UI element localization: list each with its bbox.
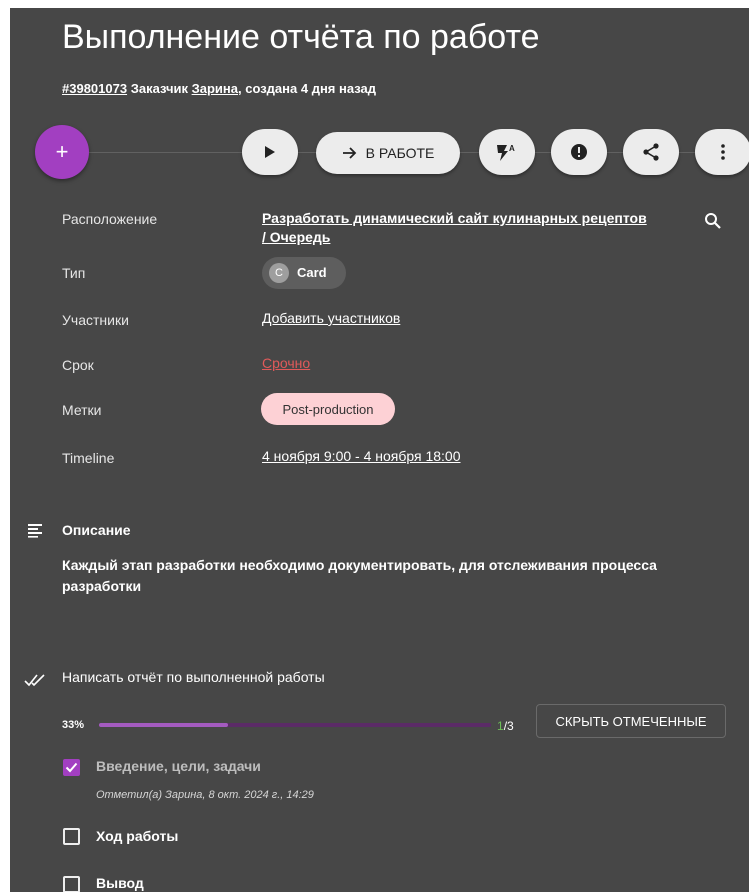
members-label: Участники: [62, 312, 129, 328]
progress-done-count: 1: [497, 719, 504, 733]
card-subtitle: #39801073 Заказчик Зарина, создана 4 дня…: [62, 81, 376, 96]
customer-prefix: Заказчик: [130, 81, 188, 96]
add-icon: +: [55, 139, 69, 164]
type-avatar: C: [269, 263, 289, 283]
checklist-item-checkbox[interactable]: [63, 759, 80, 776]
progress-count: 1/3: [497, 719, 514, 733]
checklist-item-checkbox[interactable]: [63, 876, 80, 892]
checklist-item-checkbox[interactable]: [63, 828, 80, 845]
progress-percent: 33%: [62, 719, 85, 731]
card-title[interactable]: Выполнение отчёта по работе: [62, 18, 540, 57]
type-chip[interactable]: C Card: [262, 257, 346, 289]
timeline-label: Timeline: [62, 450, 115, 466]
description-text[interactable]: Каждый этап разработки необходимо докуме…: [62, 555, 732, 597]
checklist-item-label[interactable]: Вывод: [96, 875, 144, 891]
flash-auto-icon: A: [497, 144, 515, 161]
alert-button[interactable]: [551, 129, 607, 175]
more-button[interactable]: [695, 129, 749, 175]
status-label: В РАБОТЕ: [365, 145, 435, 161]
timeline-link[interactable]: 4 ноября 9:00 - 4 ноября 18:00: [262, 448, 461, 464]
tag-chip[interactable]: Post-production: [261, 393, 395, 425]
description-icon: [28, 524, 42, 538]
progress-bar: [99, 723, 491, 727]
search-icon[interactable]: [703, 211, 723, 231]
type-label: Тип: [62, 265, 86, 281]
checklist-item-label[interactable]: Введение, цели, задачи: [96, 758, 261, 774]
check-icon: [65, 762, 78, 773]
progress-total-count: /3: [503, 719, 514, 733]
share-button[interactable]: [623, 129, 679, 175]
due-value-link[interactable]: Срочно: [262, 355, 310, 371]
status-button[interactable]: В РАБОТЕ: [316, 132, 460, 174]
svg-text:A: A: [509, 144, 515, 153]
location-value[interactable]: Разработать динамический сайт кулинарных…: [262, 209, 647, 247]
add-members-link[interactable]: Добавить участников: [262, 310, 400, 326]
created-text: , создана 4 дня назад: [238, 81, 377, 96]
hide-checked-button[interactable]: СКРЫТЬ ОТМЕЧЕННЫЕ: [536, 704, 726, 738]
double-check-icon: [24, 674, 45, 687]
play-button[interactable]: [242, 129, 298, 175]
checklist-item-label[interactable]: Ход работы: [96, 828, 178, 844]
alert-icon: [571, 144, 587, 160]
arrow-right-icon: [342, 147, 356, 159]
progress-bar-fill: [99, 723, 229, 727]
customer-link[interactable]: Зарина: [192, 81, 238, 96]
share-icon: [643, 143, 659, 161]
due-label: Срок: [62, 357, 94, 373]
location-label: Расположение: [62, 211, 158, 227]
play-icon: [265, 146, 275, 158]
add-button[interactable]: +: [35, 125, 89, 179]
automation-button[interactable]: A: [479, 129, 535, 175]
checklist-item-meta: Отметил(а) Зарина, 8 окт. 2024 г., 14:29: [96, 789, 314, 801]
tags-label: Метки: [62, 402, 102, 418]
card-detail-panel: Выполнение отчёта по работе #39801073 За…: [10, 8, 749, 892]
checklist-title[interactable]: Написать отчёт по выполненной работы: [62, 669, 325, 685]
location-column-link[interactable]: / Очередь: [262, 228, 647, 247]
type-value: Card: [297, 265, 327, 280]
description-title: Описание: [62, 522, 131, 538]
more-vert-icon: [721, 144, 725, 160]
location-project-link[interactable]: Разработать динамический сайт кулинарных…: [262, 209, 647, 228]
card-id-link[interactable]: #39801073: [62, 81, 127, 96]
